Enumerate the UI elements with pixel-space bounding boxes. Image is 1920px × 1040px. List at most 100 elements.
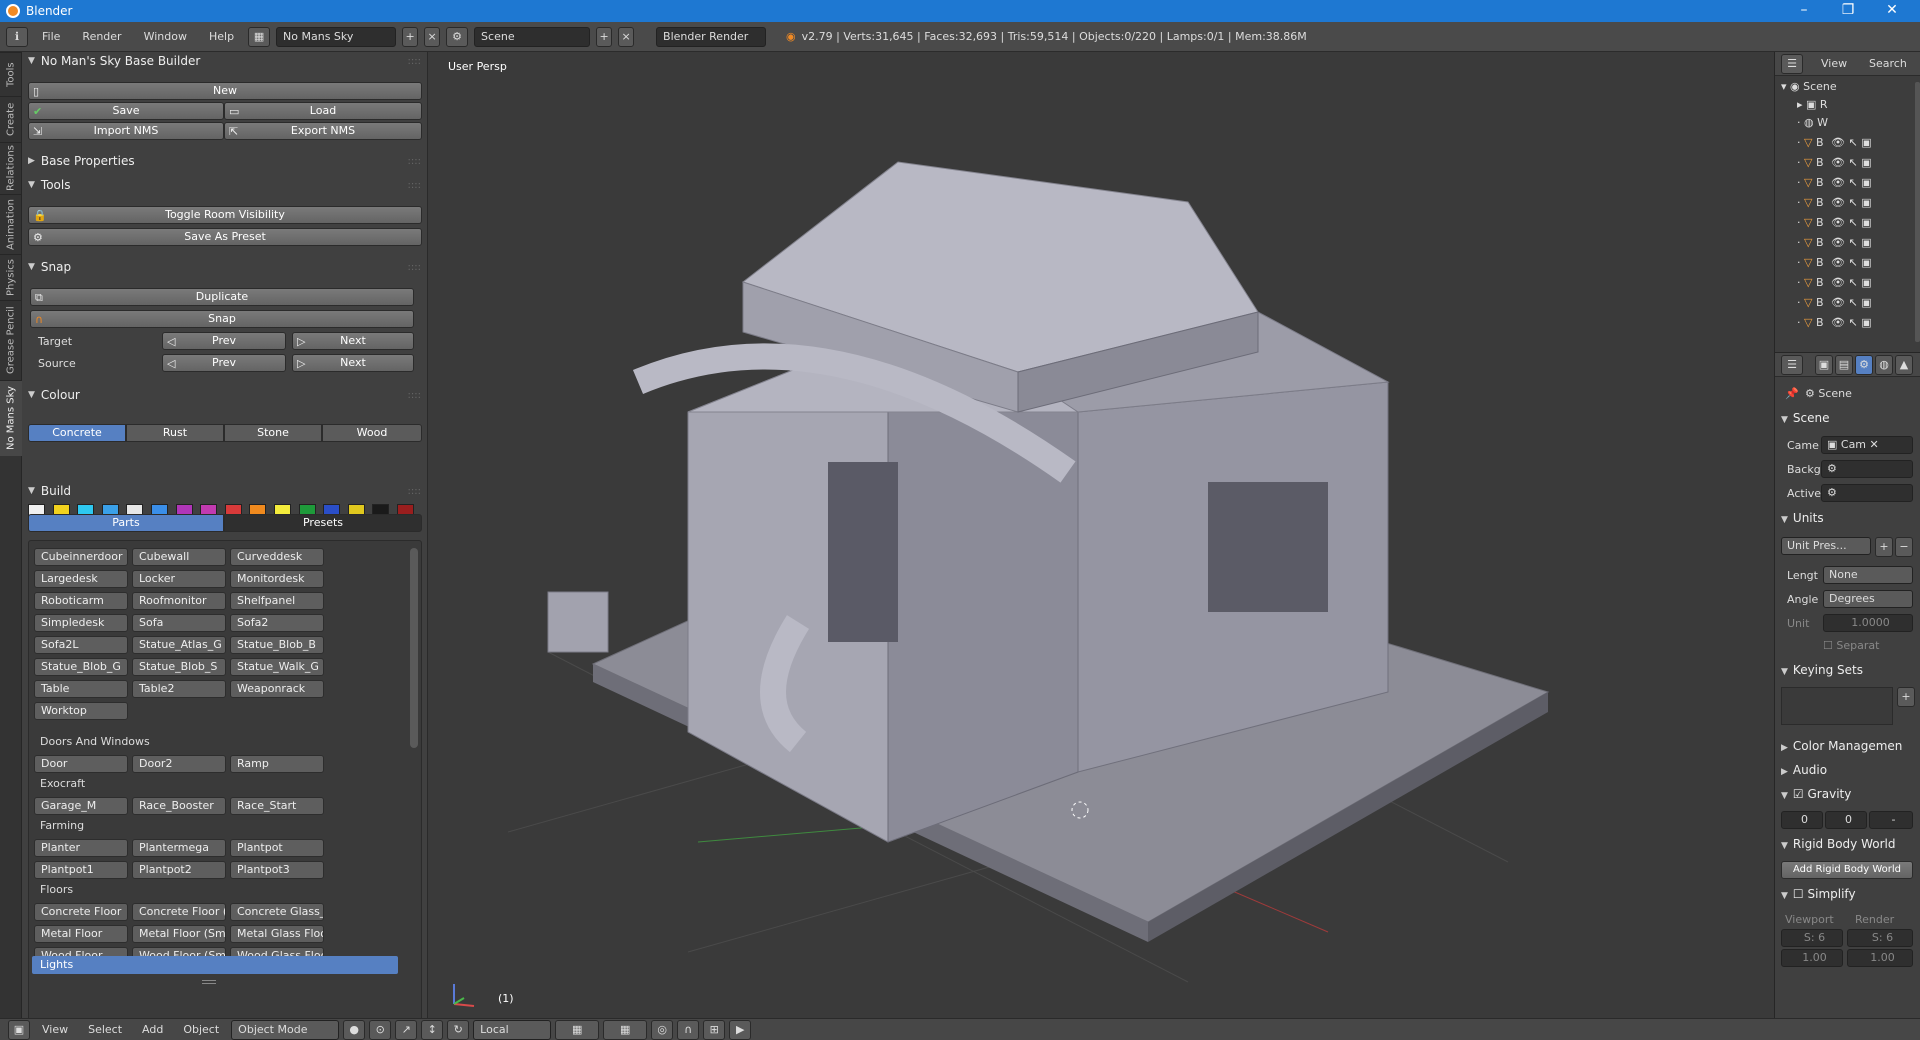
scene-tab-icon[interactable]: ⚙ [1855, 355, 1873, 375]
part-button[interactable]: Concrete Glass_Fl... [230, 903, 324, 921]
import-nms-button[interactable]: ⇲ Import NMS [28, 122, 224, 140]
menu-add[interactable]: Add [134, 1023, 171, 1036]
eye-icon[interactable]: 👁 [1831, 236, 1845, 249]
camera-icon[interactable]: ▣ [1861, 316, 1871, 329]
cursor-icon[interactable]: ↖ [1848, 216, 1857, 229]
outliner-search-menu[interactable]: Search [1869, 57, 1907, 70]
pivot-point-icon[interactable]: ⊙ [369, 1019, 392, 1040]
cursor-icon[interactable]: ↖ [1848, 316, 1857, 329]
world-tab-icon[interactable]: ◍ [1875, 355, 1893, 375]
simplify-child-viewport[interactable]: 1.00 [1781, 949, 1843, 967]
panel-header-base-builder[interactable]: ▼ No Man's Sky Base Builder:::: [28, 52, 421, 70]
minimize-button[interactable]: – [1782, 0, 1826, 22]
outliner-render-row[interactable]: ▸ ▣ R [1797, 98, 1920, 117]
toggle-room-visibility-button[interactable]: 🔒 Toggle Room Visibility [28, 206, 422, 224]
category-lights[interactable]: Lights [32, 956, 398, 974]
tab-no-mans-sky[interactable]: No Mans Sky [0, 380, 22, 456]
panel-header-gravity[interactable]: ▼ ☑ Gravity [1781, 787, 1851, 801]
gravity-y-field[interactable]: 0 [1825, 811, 1867, 829]
part-button[interactable]: Sofa2L [34, 636, 128, 654]
separate-checkbox[interactable]: ☐ Separat [1823, 639, 1879, 652]
menu-select[interactable]: Select [80, 1023, 130, 1036]
add-preset-icon[interactable]: + [1875, 537, 1893, 557]
render-icon[interactable]: ▶ [729, 1019, 752, 1040]
material-stone[interactable]: Stone [224, 424, 322, 442]
screen-name-field[interactable]: No Mans Sky [276, 26, 397, 47]
cursor-icon[interactable]: ↖ [1848, 296, 1857, 309]
unit-presets-select[interactable]: Unit Pres... [1781, 537, 1871, 555]
menu-object[interactable]: Object [175, 1023, 227, 1036]
outliner-object-row[interactable]: · ▽ B 👁 ↖ ▣ [1797, 276, 1920, 295]
snap-element-icon[interactable]: ⊞ [703, 1019, 726, 1040]
remove-preset-icon[interactable]: − [1895, 537, 1913, 557]
outliner-scene-row[interactable]: ▾ ◉ Scene [1781, 80, 1920, 99]
outliner-object-row[interactable]: · ▽ B 👁 ↖ ▣ [1797, 316, 1920, 335]
simplify-subdivision-render[interactable]: S: 6 [1847, 929, 1913, 947]
material-concrete[interactable]: Concrete [28, 424, 126, 442]
add-screen-icon[interactable]: + [402, 26, 419, 47]
object-mode-select[interactable]: Object Mode [231, 1019, 340, 1040]
target-next-button[interactable]: ▷ Next [292, 332, 414, 350]
eye-icon[interactable]: 👁 [1831, 176, 1845, 189]
part-button[interactable]: Ramp [230, 755, 324, 773]
camera-icon[interactable]: ▣ [1861, 296, 1871, 309]
part-button[interactable]: Roboticarm [34, 592, 128, 610]
properties-editor-icon[interactable]: ☰ [1781, 355, 1803, 375]
scene-icon[interactable]: ⚙ [446, 26, 469, 47]
menu-window[interactable]: Window [136, 30, 195, 43]
eye-icon[interactable]: 👁 [1831, 216, 1845, 229]
add-scene-icon[interactable]: + [596, 26, 613, 47]
camera-icon[interactable]: ▣ [1861, 236, 1871, 249]
eye-icon[interactable]: 👁 [1831, 256, 1845, 269]
rotate-icon[interactable]: ↻ [447, 1019, 470, 1040]
angle-unit-select[interactable]: Degrees [1823, 590, 1913, 608]
layers-icon[interactable]: ▦ [555, 1019, 600, 1040]
part-button[interactable]: Curveddesk [230, 548, 324, 566]
part-button[interactable]: Cubeinnerdoor [34, 548, 128, 566]
layers-tab-icon[interactable]: ▤ [1835, 355, 1853, 375]
part-button[interactable]: Statue_Blob_S [132, 658, 226, 676]
part-button[interactable]: Shelfpanel [230, 592, 324, 610]
eye-icon[interactable]: 👁 [1831, 136, 1845, 149]
gravity-z-field[interactable]: - [1869, 811, 1913, 829]
outliner-object-row[interactable]: · ▽ B 👁 ↖ ▣ [1797, 236, 1920, 255]
part-button[interactable]: Sofa2 [230, 614, 324, 632]
render-engine-select[interactable]: Blender Render [656, 26, 767, 47]
panel-header-rigid-body-world[interactable]: ▼ Rigid Body World [1781, 837, 1895, 851]
simplify-subdivision-viewport[interactable]: S: 6 [1781, 929, 1843, 947]
part-button[interactable]: Metal Glass Floor [230, 925, 324, 943]
add-keying-set-icon[interactable]: + [1897, 687, 1915, 707]
part-button[interactable]: Locker [132, 570, 226, 588]
part-button[interactable]: Plantpot [230, 839, 324, 857]
close-button[interactable]: ✕ [1870, 0, 1914, 22]
eye-icon[interactable]: 👁 [1831, 276, 1845, 289]
unit-scale-field[interactable]: 1.0000 [1823, 614, 1913, 632]
eye-icon[interactable]: 👁 [1831, 316, 1845, 329]
part-button[interactable]: Statue_Blob_B [230, 636, 324, 654]
material-wood[interactable]: Wood [322, 424, 422, 442]
source-prev-button[interactable]: ◁ Prev [162, 354, 286, 372]
parts-scrollbar[interactable] [410, 548, 418, 748]
outliner-object-row[interactable]: · ▽ B 👁 ↖ ▣ [1797, 176, 1920, 195]
background-field[interactable]: ⚙ [1821, 460, 1913, 478]
part-button[interactable]: Table2 [132, 680, 226, 698]
tab-grease-pencil[interactable]: Grease Pencil [0, 300, 22, 380]
part-button[interactable]: Weaponrack [230, 680, 324, 698]
part-button[interactable]: Planter [34, 839, 128, 857]
layers-2-icon[interactable]: ▦ [603, 1019, 648, 1040]
transform-orientation-select[interactable]: Local [473, 1019, 552, 1040]
add-rigid-body-world-button[interactable]: Add Rigid Body World [1781, 861, 1913, 879]
translate-icon[interactable]: ↕ [421, 1019, 444, 1040]
render-tab-icon[interactable]: ▣ [1815, 355, 1833, 375]
part-button[interactable]: Plantermega [132, 839, 226, 857]
panel-header-build[interactable]: ▼ Build:::: [28, 482, 421, 500]
tab-physics[interactable]: Physics [0, 254, 22, 300]
source-next-button[interactable]: ▷ Next [292, 354, 414, 372]
panel-header-snap[interactable]: ▼ Snap:::: [28, 258, 421, 276]
remove-scene-icon[interactable]: × [618, 26, 635, 47]
export-nms-button[interactable]: ⇱ Export NMS [224, 122, 422, 140]
simplify-child-render[interactable]: 1.00 [1847, 949, 1913, 967]
camera-icon[interactable]: ▣ [1861, 216, 1871, 229]
build-tab-presets[interactable]: Presets [224, 514, 422, 532]
part-button[interactable]: Roofmonitor [132, 592, 226, 610]
